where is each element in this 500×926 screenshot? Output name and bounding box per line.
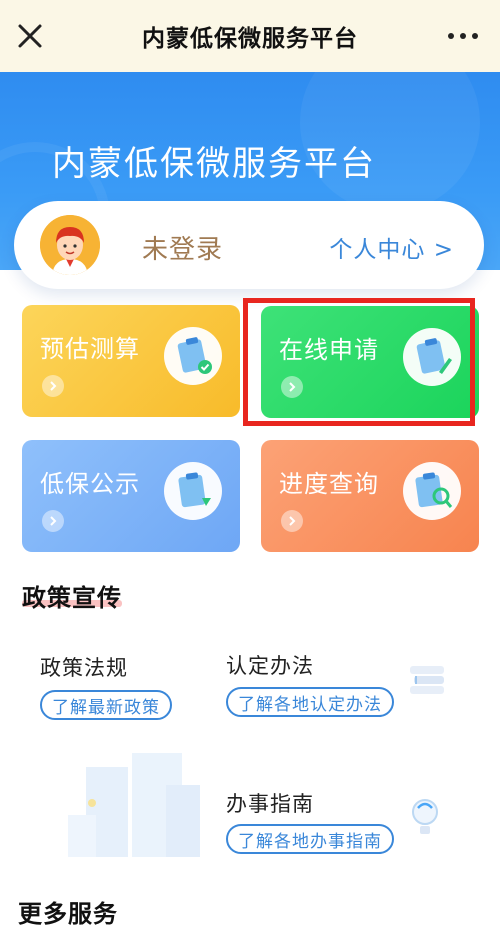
hero-title: 内蒙低保微服务平台	[52, 144, 376, 184]
top-navbar: 内蒙低保微服务平台	[0, 0, 500, 72]
tile-label: 在线申请	[279, 336, 379, 364]
policy-laws-button[interactable]: 了解最新政策	[40, 690, 172, 720]
tile-label: 预估测算	[40, 335, 140, 363]
chevron-right-icon	[42, 375, 64, 397]
clipboard-search-icon	[403, 462, 461, 520]
tile-public-notice[interactable]: 低保公示	[22, 440, 240, 552]
chevron-right-icon	[281, 510, 303, 532]
chevron-right-icon	[42, 510, 64, 532]
chevron-right-icon	[281, 376, 303, 398]
more-icon[interactable]	[448, 24, 478, 48]
close-icon[interactable]	[14, 20, 46, 52]
clipboard-check-icon	[164, 327, 222, 385]
books-icon	[406, 658, 450, 702]
tile-label: 低保公示	[40, 470, 140, 498]
personal-center-link[interactable]: 个人中心 >	[329, 230, 454, 264]
policy-item-title: 认定办法	[226, 654, 314, 678]
buildings-illustration-icon	[62, 745, 212, 864]
login-status[interactable]: 未登录	[142, 229, 223, 266]
section-heading-more-services: 更多服务	[18, 900, 118, 926]
policy-criteria-button[interactable]: 了解各地认定办法	[226, 687, 394, 717]
clipboard-pen-icon	[403, 328, 461, 386]
section-heading-policy: 政策宣传	[22, 584, 122, 612]
tile-apply[interactable]: 在线申请	[261, 306, 479, 418]
lightbulb-icon	[408, 796, 442, 844]
page-title: 内蒙低保微服务平台	[142, 26, 358, 52]
policy-item-title: 办事指南	[226, 792, 314, 816]
tile-label: 进度查询	[279, 470, 379, 498]
avatar[interactable]	[40, 215, 100, 275]
policy-guide-button[interactable]: 了解各地办事指南	[226, 824, 394, 854]
policy-item-title: 政策法规	[40, 656, 128, 680]
tile-progress[interactable]: 进度查询	[261, 440, 479, 552]
user-card[interactable]: 未登录 个人中心 >	[14, 201, 484, 289]
tile-estimate[interactable]: 预估测算	[22, 305, 240, 417]
clipboard-pin-icon	[164, 462, 222, 520]
